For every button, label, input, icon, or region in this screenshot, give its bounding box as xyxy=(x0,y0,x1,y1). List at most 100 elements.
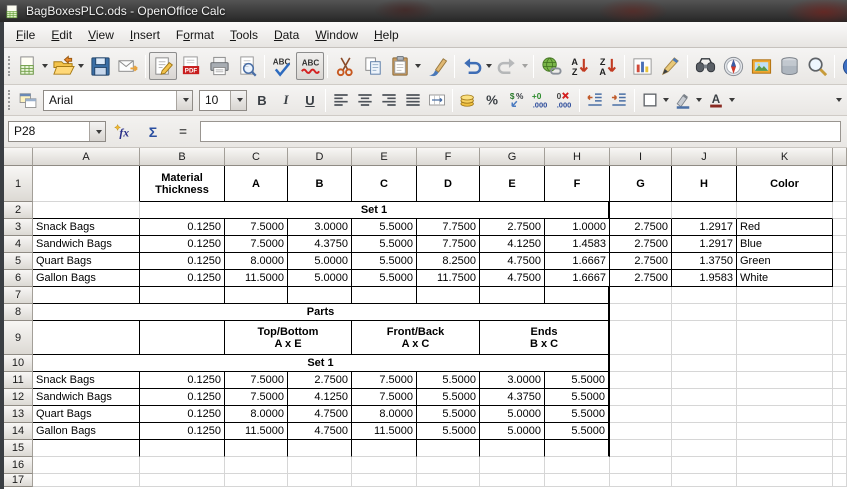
cell-I9[interactable] xyxy=(610,321,672,355)
cell-D12[interactable]: 4.1250 xyxy=(288,389,352,406)
select-all-corner[interactable] xyxy=(4,148,33,166)
row-header-14[interactable]: 14 xyxy=(4,423,33,440)
currency-format-button[interactable] xyxy=(456,88,480,112)
cell-D1[interactable]: B xyxy=(288,166,352,202)
cell-A1[interactable] xyxy=(33,166,140,202)
cell-C13[interactable]: 8.0000 xyxy=(225,406,288,423)
navigator-button[interactable] xyxy=(719,52,747,80)
cell-A11[interactable]: Snack Bags xyxy=(33,372,140,389)
cell-A3[interactable]: Snack Bags xyxy=(33,219,140,236)
cell-H16[interactable] xyxy=(545,457,610,474)
cell-K6[interactable]: White xyxy=(737,270,833,287)
cell-I3[interactable]: 2.7500 xyxy=(610,219,672,236)
column-header-F[interactable]: F xyxy=(417,148,480,166)
find-replace-button[interactable] xyxy=(691,52,719,80)
cell-C11[interactable]: 7.5000 xyxy=(225,372,288,389)
menu-view[interactable]: View xyxy=(80,24,122,46)
cell-B2[interactable]: Set 1 xyxy=(140,202,610,219)
row-header-13[interactable]: 13 xyxy=(4,406,33,423)
function-wizard-button[interactable]: fx xyxy=(110,120,136,144)
row-header-5[interactable]: 5 xyxy=(4,253,33,270)
cell-A8[interactable]: Parts xyxy=(33,304,610,321)
cell-H12[interactable]: 5.5000 xyxy=(545,389,610,406)
font-name-combo[interactable]: Arial xyxy=(43,89,193,111)
cell-H17[interactable] xyxy=(545,474,610,487)
menu-format[interactable]: Format xyxy=(168,24,222,46)
font-color-button[interactable]: A xyxy=(704,88,737,112)
cell-J7[interactable] xyxy=(672,287,737,304)
cell-B4[interactable]: 0.1250 xyxy=(140,236,225,253)
font-size-combo[interactable]: 10 xyxy=(199,89,247,111)
cell-K3[interactable]: Red xyxy=(737,219,833,236)
cell-F3[interactable]: 7.7500 xyxy=(417,219,480,236)
cell-B5[interactable]: 0.1250 xyxy=(140,253,225,270)
cell-partial-3[interactable] xyxy=(833,219,847,236)
cell-K11[interactable] xyxy=(737,372,833,389)
cell-partial-4[interactable] xyxy=(833,236,847,253)
row-header-9[interactable]: 9 xyxy=(4,321,33,355)
print-button[interactable] xyxy=(205,52,233,80)
cell-C5[interactable]: 8.0000 xyxy=(225,253,288,270)
cell-J17[interactable] xyxy=(672,474,737,487)
cell-A15[interactable] xyxy=(33,440,140,457)
underline-button[interactable]: U xyxy=(298,88,322,112)
name-box-dropdown-button[interactable] xyxy=(89,122,105,141)
column-header-G[interactable]: G xyxy=(480,148,545,166)
cell-C16[interactable] xyxy=(225,457,288,474)
row-header-16[interactable]: 16 xyxy=(4,457,33,474)
cell-K8[interactable] xyxy=(737,304,833,321)
cell-G11[interactable]: 3.0000 xyxy=(480,372,545,389)
cell-G17[interactable] xyxy=(480,474,545,487)
edit-file-button[interactable] xyxy=(149,52,177,80)
cell-G3[interactable]: 2.7500 xyxy=(480,219,545,236)
cell-J1[interactable]: H xyxy=(672,166,737,202)
cell-partial-10[interactable] xyxy=(833,355,847,372)
bold-button[interactable]: B xyxy=(250,88,274,112)
justify-button[interactable] xyxy=(401,88,425,112)
cell-B1[interactable]: Material Thickness xyxy=(140,166,225,202)
cell-B13[interactable]: 0.1250 xyxy=(140,406,225,423)
cell-B9[interactable] xyxy=(140,321,225,355)
cell-partial-7[interactable] xyxy=(833,287,847,304)
cell-D7[interactable] xyxy=(288,287,352,304)
cell-H4[interactable]: 1.4583 xyxy=(545,236,610,253)
cell-A5[interactable]: Quart Bags xyxy=(33,253,140,270)
cell-J4[interactable]: 1.2917 xyxy=(672,236,737,253)
cell-partial-13[interactable] xyxy=(833,406,847,423)
borders-button[interactable] xyxy=(638,88,671,112)
cell-C17[interactable] xyxy=(225,474,288,487)
cell-J6[interactable]: 1.9583 xyxy=(672,270,737,287)
cell-D13[interactable]: 4.7500 xyxy=(288,406,352,423)
row-header-3[interactable]: 3 xyxy=(4,219,33,236)
cell-B14[interactable]: 0.1250 xyxy=(140,423,225,440)
cell-J9[interactable] xyxy=(672,321,737,355)
cell-G14[interactable]: 5.0000 xyxy=(480,423,545,440)
cell-A12[interactable]: Sandwich Bags xyxy=(33,389,140,406)
percent-format-button[interactable]: % xyxy=(480,88,504,112)
row-header-7[interactable]: 7 xyxy=(4,287,33,304)
cell-I17[interactable] xyxy=(610,474,672,487)
cell-K13[interactable] xyxy=(737,406,833,423)
cell-I12[interactable] xyxy=(610,389,672,406)
cell-D14[interactable]: 4.7500 xyxy=(288,423,352,440)
cell-D11[interactable]: 2.7500 xyxy=(288,372,352,389)
cell-J8[interactable] xyxy=(672,304,737,321)
cell-H13[interactable]: 5.5000 xyxy=(545,406,610,423)
cell-E12[interactable]: 7.5000 xyxy=(352,389,417,406)
chevron-down-icon[interactable] xyxy=(176,90,192,110)
hyperlink-button[interactable] xyxy=(537,52,565,80)
data-sources-button[interactable] xyxy=(775,52,803,80)
zoom-button[interactable] xyxy=(803,52,831,80)
column-header-A[interactable]: A xyxy=(33,148,140,166)
background-color-button[interactable] xyxy=(671,88,704,112)
align-left-button[interactable] xyxy=(329,88,353,112)
cell-B12[interactable]: 0.1250 xyxy=(140,389,225,406)
cell-K14[interactable] xyxy=(737,423,833,440)
cell-B6[interactable]: 0.1250 xyxy=(140,270,225,287)
cell-B17[interactable] xyxy=(140,474,225,487)
cell-H3[interactable]: 1.0000 xyxy=(545,219,610,236)
cell-E1[interactable]: C xyxy=(352,166,417,202)
cell-C6[interactable]: 11.5000 xyxy=(225,270,288,287)
new-document-button[interactable] xyxy=(14,52,50,80)
cell-B7[interactable] xyxy=(140,287,225,304)
